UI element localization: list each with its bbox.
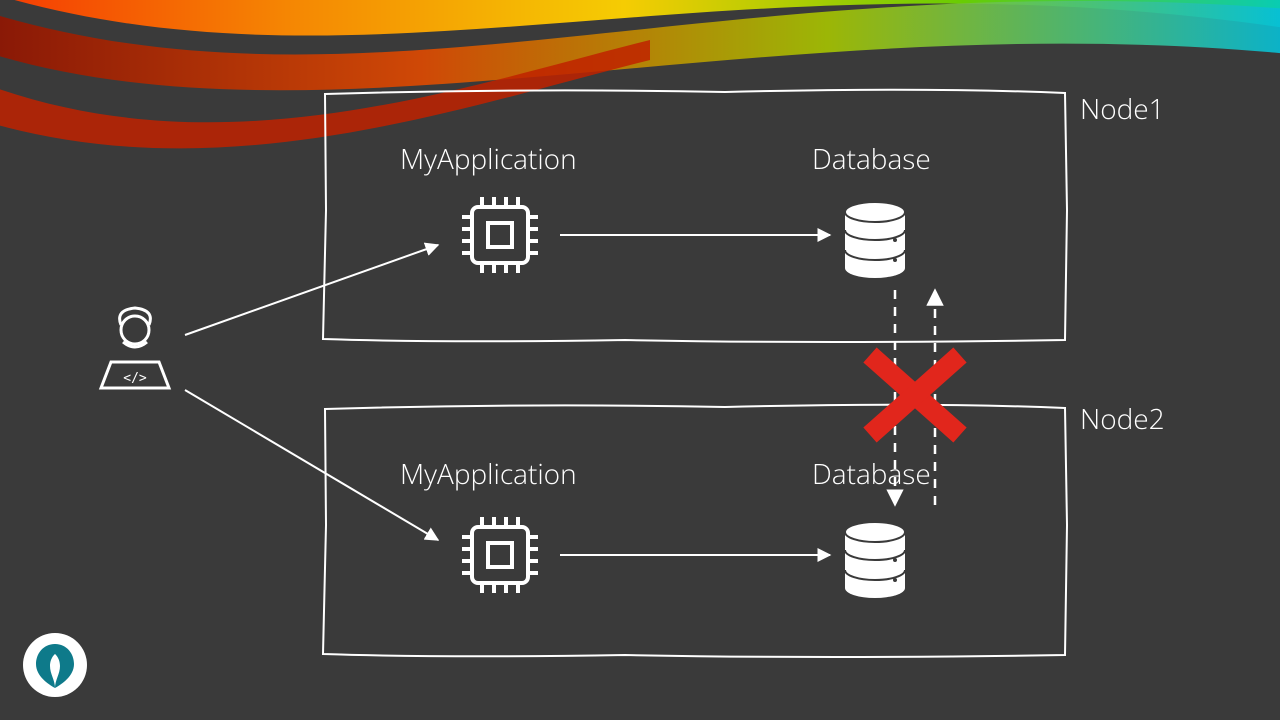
node2-label: Node2 (1080, 400, 1165, 438)
db1-label: Database (812, 140, 931, 178)
database-icon (845, 522, 905, 598)
arrow-user-to-app1 (185, 245, 438, 335)
app1-label: MyApplication (400, 140, 577, 178)
user-icon: </> (101, 308, 169, 388)
svg-text:</>: </> (123, 371, 147, 386)
chip-icon (462, 197, 538, 273)
node-box-1 (323, 90, 1067, 342)
logo-badge (20, 630, 90, 700)
node-box-2 (323, 405, 1067, 657)
cross-icon (870, 355, 960, 435)
database-icon (845, 202, 905, 278)
app2-label: MyApplication (400, 455, 577, 493)
node1-label: Node1 (1080, 90, 1165, 128)
chip-icon (462, 517, 538, 593)
db2-label: Database (812, 455, 931, 493)
